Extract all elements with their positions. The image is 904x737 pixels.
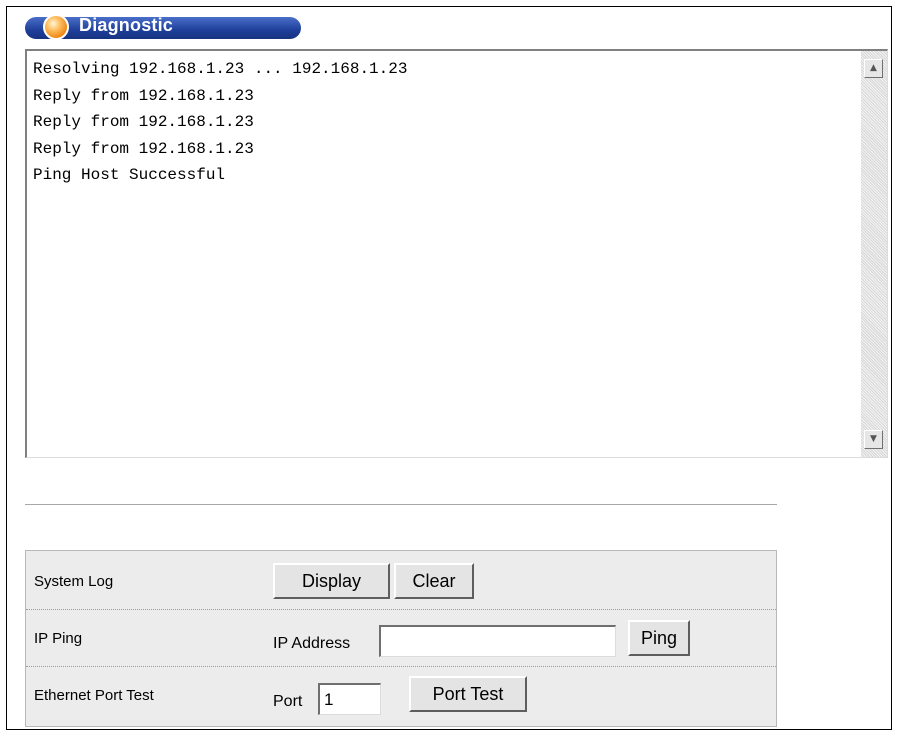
- system-log-row: System Log Display Clear: [26, 553, 776, 610]
- output-line: Reply from 192.168.1.23: [33, 139, 254, 158]
- orb-icon: [43, 14, 69, 40]
- output-line: Reply from 192.168.1.23: [33, 86, 254, 105]
- output-line: Reply from 192.168.1.23: [33, 113, 254, 131]
- display-button[interactable]: Display: [273, 563, 390, 599]
- ip-address-label: IP Address: [273, 635, 351, 652]
- ip-address-input[interactable]: [379, 625, 616, 657]
- ip-ping-row: IP Ping IP Address Ping: [26, 610, 776, 667]
- output-log: Resolving 192.168.1.23 ... 192.168.1.23 …: [33, 56, 853, 451]
- scroll-up-icon[interactable]: ▲: [864, 59, 883, 78]
- output-line: Ping Host Successful: [33, 166, 226, 184]
- ethernet-port-test-row: Ethernet Port Test Port Port Test: [26, 667, 776, 723]
- page-title: Diagnostic: [79, 15, 174, 35]
- divider: [25, 504, 777, 505]
- port-label: Port: [273, 693, 303, 710]
- scroll-down-icon[interactable]: ▼: [864, 430, 883, 449]
- ethernet-port-test-label: Ethernet Port Test: [34, 687, 154, 704]
- output-line: Resolving 192.168.1.23 ... 192.168.1.23: [33, 60, 408, 78]
- diagnostic-window: Diagnostic Resolving 192.168.1.23 ... 19…: [6, 6, 892, 730]
- system-log-label: System Log: [34, 573, 114, 590]
- vertical-scrollbar[interactable]: ▲ ▼: [861, 51, 887, 457]
- port-input[interactable]: [318, 683, 381, 715]
- diagnostic-controls-panel: System Log Display Clear IP Ping IP Addr…: [25, 550, 777, 727]
- ping-button[interactable]: Ping: [628, 620, 690, 656]
- ip-ping-label: IP Ping: [34, 630, 83, 647]
- output-textarea[interactable]: Resolving 192.168.1.23 ... 192.168.1.23 …: [25, 49, 888, 458]
- port-test-button[interactable]: Port Test: [409, 676, 527, 712]
- clear-button[interactable]: Clear: [394, 563, 474, 599]
